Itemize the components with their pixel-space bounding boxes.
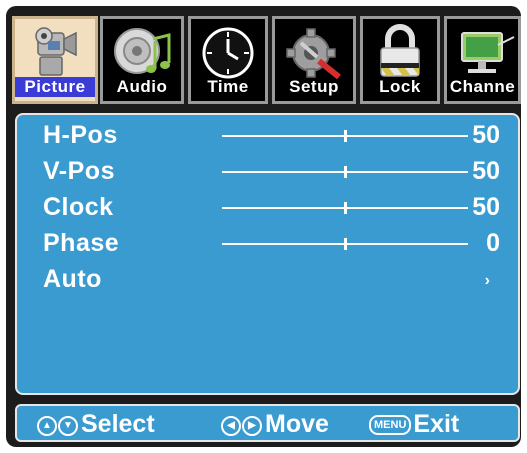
slider-thumb[interactable]: [344, 202, 347, 214]
footer-hints: ▲ ▼ Select ◀ ▶ Move MENU Exit: [15, 404, 520, 442]
tab-label: Channe: [449, 77, 516, 96]
tab-label: Time: [207, 77, 249, 96]
menu-tabs: Picture Audio Time Setup Lock Channe: [12, 16, 521, 104]
tab-lock[interactable]: Lock: [360, 16, 440, 104]
gear-tools-icon: [275, 23, 353, 81]
camera-icon: [15, 23, 95, 81]
satellite-dish-icon: [447, 23, 518, 81]
slider-thumb[interactable]: [344, 166, 347, 178]
padlock-icon: [363, 23, 437, 81]
tab-setup[interactable]: Setup: [272, 16, 356, 104]
slider-track[interactable]: [222, 166, 468, 178]
tab-label: Setup: [289, 77, 339, 96]
slider-track[interactable]: [222, 130, 468, 142]
hint-move: ◀ ▶ Move: [221, 410, 329, 440]
up-down-keys-icon: ▲ ▼: [37, 411, 79, 440]
speaker-music-icon: [103, 23, 181, 81]
setting-label: Auto: [43, 265, 102, 293]
setting-value: 50: [472, 157, 500, 185]
setting-value: 50: [472, 193, 500, 221]
tab-picture[interactable]: Picture: [12, 16, 98, 104]
clock-icon: [191, 23, 265, 81]
tab-time[interactable]: Time: [188, 16, 268, 104]
setting-label: H-Pos: [43, 121, 118, 149]
tab-audio[interactable]: Audio: [100, 16, 184, 104]
setting-row-auto[interactable]: Auto ›: [17, 262, 518, 296]
tab-label: Picture: [15, 77, 95, 97]
slider-thumb[interactable]: [344, 238, 347, 250]
hint-select-label: Select: [81, 410, 155, 438]
tab-channel[interactable]: Channe: [444, 16, 521, 104]
setting-row-phase[interactable]: Phase 0: [17, 226, 518, 260]
hint-select: ▲ ▼ Select: [37, 410, 155, 440]
setting-row-clock[interactable]: Clock 50: [17, 190, 518, 224]
slider-track[interactable]: [222, 238, 468, 250]
menu-key-icon: MENU: [369, 415, 412, 436]
tab-label: Lock: [379, 77, 421, 96]
tab-label: Audio: [116, 77, 168, 96]
setting-row-h-pos[interactable]: H-Pos 50: [17, 118, 518, 152]
hint-move-label: Move: [265, 410, 329, 438]
setting-label: Clock: [43, 193, 114, 221]
hint-exit-label: Exit: [413, 410, 460, 438]
chevron-right-icon: ›: [484, 272, 490, 289]
setting-label: V-Pos: [43, 157, 115, 185]
setting-label: Phase: [43, 229, 120, 257]
slider-thumb[interactable]: [344, 130, 347, 142]
setting-value: 0: [486, 229, 500, 257]
settings-panel: H-Pos 50 V-Pos 50 Clock 50 Phase 0 Auto …: [15, 113, 520, 395]
slider-track[interactable]: [222, 202, 468, 214]
left-right-keys-icon: ◀ ▶: [221, 411, 263, 440]
setting-value: 50: [472, 121, 500, 149]
hint-exit: MENU Exit: [369, 410, 459, 439]
setting-row-v-pos[interactable]: V-Pos 50: [17, 154, 518, 188]
